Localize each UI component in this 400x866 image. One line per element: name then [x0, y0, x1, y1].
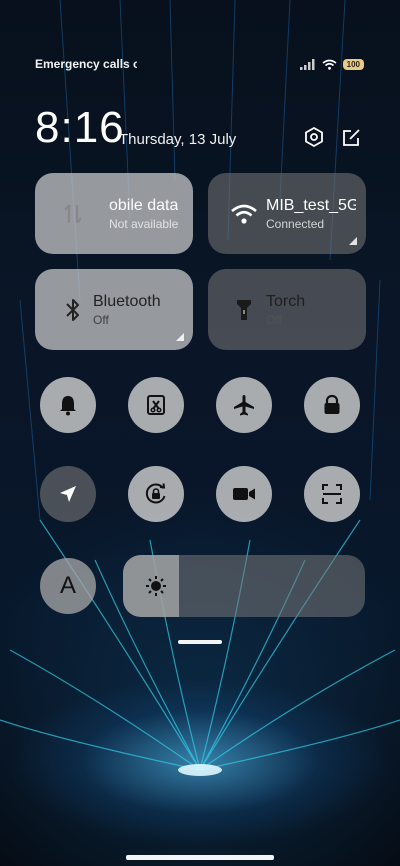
edit-icon: [343, 129, 360, 146]
expand-indicator: [176, 333, 184, 341]
lock-icon: [324, 394, 340, 414]
wifi-icon: [224, 194, 264, 234]
sun-icon: [146, 576, 166, 596]
tile-bluetooth-status: Off: [93, 312, 109, 327]
brightness-slider[interactable]: [123, 555, 365, 617]
toggle-mute[interactable]: [40, 377, 96, 433]
tile-wifi[interactable]: MIB_test_5G Connected: [208, 173, 366, 254]
wifi-status-icon: [322, 59, 337, 70]
edit-button[interactable]: [339, 124, 365, 150]
tile-mobile-data[interactable]: obile data Not available: [35, 173, 193, 254]
tile-bluetooth-label: Bluetooth: [93, 292, 161, 310]
video-camera-icon: [233, 488, 255, 500]
signal-icon: [299, 58, 315, 70]
mobile-data-icon: [53, 194, 93, 234]
bluetooth-icon: [53, 290, 93, 330]
tile-torch-label: Torch: [266, 292, 306, 310]
toggle-location[interactable]: [40, 466, 96, 522]
settings-icon: [305, 126, 323, 148]
toggle-screen-recorder[interactable]: [216, 466, 272, 522]
toggle-rotation-lock[interactable]: [128, 466, 184, 522]
settings-button[interactable]: [301, 124, 327, 150]
carrier-text: Emergency calls o: [35, 57, 137, 71]
torch-icon: [224, 290, 264, 330]
rotation-lock-icon: [145, 483, 166, 504]
tile-mobile-data-status: Not available: [109, 216, 179, 231]
status-bar: Emergency calls o 100: [35, 56, 364, 72]
toggle-airplane[interactable]: [216, 377, 272, 433]
bell-icon: [60, 396, 76, 416]
location-icon: [60, 486, 76, 502]
tile-torch-status: Off: [266, 312, 282, 327]
tile-wifi-status: Connected: [266, 216, 325, 231]
tile-wifi-label: MIB_test_5G: [266, 196, 356, 214]
tile-mobile-data-label: obile data: [109, 196, 179, 214]
expand-indicator: [349, 237, 357, 245]
screenshot-icon: [147, 395, 165, 415]
toggle-scanner[interactable]: [304, 466, 360, 522]
airplane-icon: [234, 395, 254, 416]
clock: 8:16: [35, 103, 125, 152]
home-indicator[interactable]: [126, 855, 274, 860]
date-label: Thursday, 13 July: [119, 131, 237, 148]
tile-bluetooth[interactable]: Bluetooth Off: [35, 269, 193, 350]
battery-badge: 100: [342, 58, 364, 70]
auto-brightness-label: A: [59, 572, 76, 599]
scanner-icon: [322, 484, 342, 504]
toggle-lock[interactable]: [304, 377, 360, 433]
toggle-screenshot[interactable]: [128, 377, 184, 433]
panel-drag-handle[interactable]: [178, 640, 222, 644]
toggle-auto-brightness[interactable]: A: [40, 558, 96, 614]
tile-torch[interactable]: Torch Off: [208, 269, 366, 350]
